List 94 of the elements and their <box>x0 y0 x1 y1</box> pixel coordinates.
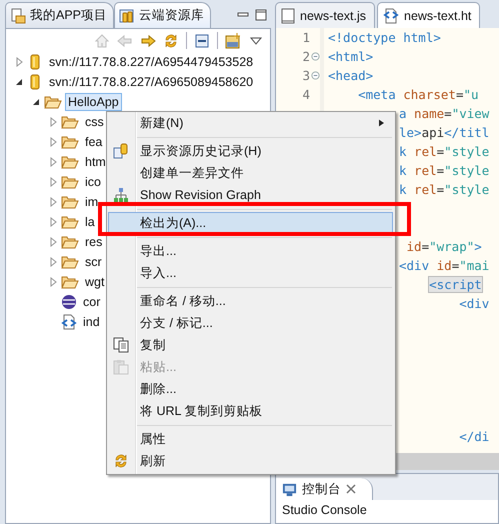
code-line: le>api</titl <box>399 125 490 140</box>
expand-arrow-icon[interactable] <box>48 237 58 247</box>
fold-icon[interactable] <box>311 52 320 61</box>
folder-icon <box>61 274 79 290</box>
html-file-icon <box>383 8 399 24</box>
folder-icon <box>61 114 79 130</box>
monitor-icon <box>282 482 297 496</box>
sync-icon[interactable] <box>163 32 179 48</box>
menu-item[interactable]: 创建单一差异文件 <box>135 162 393 184</box>
code-line: <meta charset="u <box>357 87 479 102</box>
tree-item[interactable]: svn://117.78.8.227/A6965089458620 <box>46 73 256 91</box>
code-line: id="wrap"> <box>406 239 482 254</box>
expand-arrow-icon[interactable] <box>48 277 58 287</box>
menu-item[interactable]: 检出为(A)... <box>108 212 393 234</box>
code-line: <html> <box>328 49 374 64</box>
tree-item[interactable]: la <box>82 213 98 231</box>
menu-item[interactable]: 刷新 <box>135 450 393 472</box>
tree-item[interactable]: HelloApp <box>65 93 122 111</box>
file-icon <box>281 8 295 24</box>
menu-item[interactable]: 删除... <box>135 378 393 400</box>
expand-arrow-icon[interactable] <box>14 57 24 67</box>
line-number: 1 <box>302 30 310 45</box>
folder-icon <box>61 134 79 150</box>
expand-arrow-icon[interactable] <box>48 217 58 227</box>
paste-icon <box>113 359 129 375</box>
menu-item[interactable]: 显示资源历史记录(H) <box>135 140 393 162</box>
code-line: k rel="style <box>399 182 490 197</box>
code-line: a name="view <box>399 106 490 121</box>
code-line: k rel="style <box>399 144 490 159</box>
maximize-icon[interactable] <box>255 9 267 21</box>
tree-item[interactable]: htm <box>82 153 109 171</box>
code-line: <!doctype html> <box>328 30 441 45</box>
code-line: <head> <box>328 68 374 83</box>
menu-item[interactable]: 新建(N) <box>135 112 393 134</box>
tree-item[interactable]: svn://117.78.8.227/A6954479453528 <box>46 53 256 71</box>
editor-tab[interactable]: news-text.js <box>275 2 375 28</box>
tree-item[interactable]: scr <box>82 253 105 271</box>
forward-arrow-icon[interactable] <box>140 32 156 48</box>
tree-item[interactable]: wgt <box>82 273 108 291</box>
code-line: k rel="style <box>399 163 490 178</box>
folder-icon <box>61 214 79 230</box>
folder-icon <box>61 154 79 170</box>
expand-arrow-icon[interactable] <box>48 177 58 187</box>
editor-tab[interactable]: news-text.ht <box>377 2 480 28</box>
database-icon <box>119 8 136 24</box>
tree-item[interactable]: ico <box>82 173 104 191</box>
expand-arrow-icon[interactable] <box>48 117 58 127</box>
expand-arrow-icon[interactable] <box>48 257 58 267</box>
view-tab[interactable]: 云端资源库 <box>114 2 212 28</box>
project-icon <box>10 8 26 24</box>
code-line: <div <box>458 296 490 311</box>
eclipse-icon <box>61 294 77 310</box>
folder-icon <box>61 254 79 270</box>
line-number: 2 <box>302 49 310 64</box>
fold-icon[interactable] <box>311 71 320 80</box>
menu-item[interactable]: 重命名 / 移动... <box>135 290 393 312</box>
code-line: <div id="mai <box>399 258 490 273</box>
tree-item[interactable]: ind <box>80 313 103 331</box>
console-tab[interactable]: 控制台 <box>276 478 373 500</box>
refresh-icon <box>113 453 129 469</box>
collapse-arrow-icon[interactable] <box>31 97 41 107</box>
menu-item[interactable]: 导入... <box>135 262 393 284</box>
menu-item[interactable]: 将 URL 复制到剪贴板 <box>135 400 393 422</box>
history-icon <box>113 143 129 159</box>
folder-icon <box>44 94 62 110</box>
line-number: 3 <box>302 68 310 83</box>
new-repository-icon[interactable] <box>225 32 241 48</box>
menu-item[interactable]: 导出... <box>135 240 393 262</box>
menu-item[interactable]: 分支 / 标记... <box>135 312 393 334</box>
menu-item[interactable]: 属性 <box>135 428 393 450</box>
view-tab[interactable]: 我的APP项目 <box>5 2 114 28</box>
expand-arrow-icon[interactable] <box>48 137 58 147</box>
folder-icon <box>61 234 79 250</box>
close-icon[interactable] <box>346 484 356 494</box>
html-file-icon <box>61 314 77 330</box>
menu-item[interactable]: 复制 <box>135 334 393 356</box>
menu-item[interactable]: Show Revision Graph <box>135 184 393 206</box>
line-number: 4 <box>302 87 310 102</box>
folder-icon <box>61 194 79 210</box>
collapse-arrow-icon[interactable] <box>14 77 24 87</box>
folder-icon <box>61 174 79 190</box>
tree-item[interactable]: im <box>82 193 102 211</box>
tab-label: 控制台 <box>302 480 341 498</box>
copy-icon <box>113 337 129 353</box>
tree-item[interactable]: fea <box>82 133 106 151</box>
console-title: Studio Console <box>281 502 368 519</box>
code-line: </di <box>458 429 490 444</box>
revision-graph-icon <box>113 187 129 203</box>
tree-item[interactable]: css <box>82 113 107 131</box>
tree-item[interactable]: cor <box>80 293 104 311</box>
collapse-icon[interactable] <box>194 32 210 48</box>
expand-arrow-icon[interactable] <box>48 157 58 167</box>
expand-arrow-icon[interactable] <box>48 197 58 207</box>
tree-item[interactable]: res <box>82 233 106 251</box>
